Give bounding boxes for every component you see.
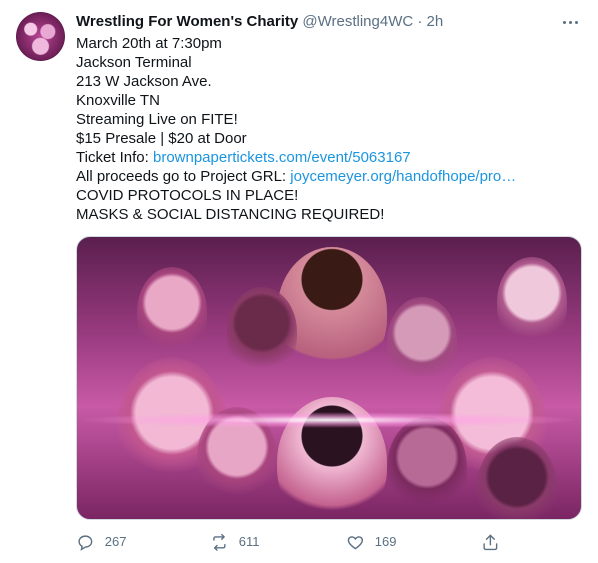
share-button[interactable] xyxy=(481,530,510,554)
reply-count: 267 xyxy=(104,534,127,549)
tweet-header: Wrestling For Women's Charity @Wrestling… xyxy=(76,12,578,32)
retweet-count: 611 xyxy=(238,534,260,549)
proceeds-prefix: All proceeds go to Project GRL: xyxy=(76,168,291,185)
tweet-line: Streaming Live on FITE! xyxy=(76,111,238,128)
tweet-line: 213 W Jackson Ave. xyxy=(76,73,212,90)
tweet-text: March 20th at 7:30pm Jackson Terminal 21… xyxy=(76,34,586,224)
tweet-timestamp[interactable]: 2h xyxy=(427,13,444,30)
ticket-line: Ticket Info: brownpapertickets.com/event… xyxy=(76,148,586,167)
wrestler-figure xyxy=(227,287,297,377)
proceeds-link[interactable]: joycemeyer.org/handofhope/pro… xyxy=(290,168,516,185)
author-handle[interactable]: @Wrestling4WC xyxy=(302,13,413,30)
tweet-line: $15 Presale | $20 at Door xyxy=(76,130,247,147)
light-flare xyxy=(77,412,581,428)
proceeds-line: All proceeds go to Project GRL: joycemey… xyxy=(76,167,586,186)
like-count: 169 xyxy=(374,534,397,549)
reply-icon xyxy=(78,535,93,551)
reply-button[interactable]: 267 xyxy=(76,530,126,554)
avatar[interactable] xyxy=(16,12,65,61)
more-options-button[interactable] xyxy=(560,12,580,32)
share-icon xyxy=(483,534,498,550)
more-horizontal-icon xyxy=(561,20,579,24)
retweet-icon xyxy=(213,533,226,551)
tweet[interactable]: Wrestling For Women's Charity @Wrestling… xyxy=(0,0,598,563)
retweet-button[interactable]: 611 xyxy=(210,530,259,554)
wrestler-figure xyxy=(497,257,567,347)
wrestler-figure xyxy=(137,267,207,357)
tweet-line: March 20th at 7:30pm xyxy=(76,35,222,52)
heart-icon xyxy=(347,535,364,550)
tweet-line: Jackson Terminal xyxy=(76,54,192,71)
tweet-actions: 267 611 169 xyxy=(76,530,536,554)
like-button[interactable]: 169 xyxy=(346,530,396,554)
tweet-line: Knoxville TN xyxy=(76,92,160,109)
tweet-line: COVID PROTOCOLS IN PLACE! xyxy=(76,187,299,204)
separator-dot: · xyxy=(417,13,423,30)
author-name[interactable]: Wrestling For Women's Charity xyxy=(76,13,298,30)
ticket-link[interactable]: brownpapertickets.com/event/5063167 xyxy=(153,149,411,166)
tweet-media-image[interactable] xyxy=(76,236,582,520)
tweet-line: MASKS & SOCIAL DISTANCING REQUIRED! xyxy=(76,206,385,223)
wrestler-figure xyxy=(387,417,467,517)
wrestler-figure xyxy=(387,297,457,387)
ticket-prefix: Ticket Info: xyxy=(76,149,153,166)
